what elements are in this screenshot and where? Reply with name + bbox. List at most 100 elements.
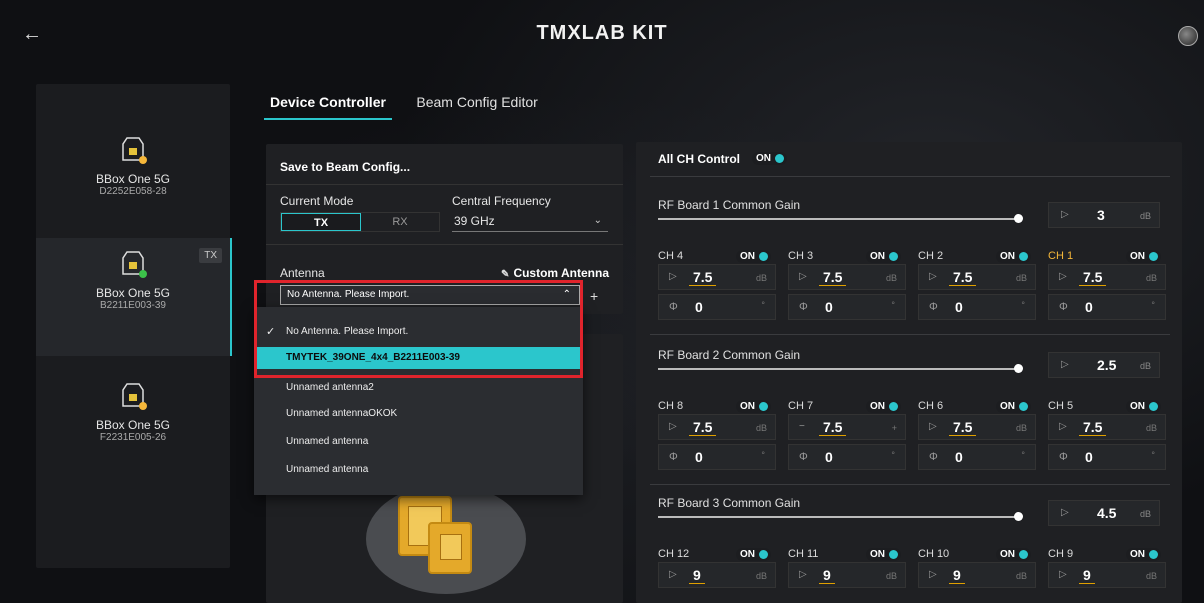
channel-toggle[interactable]: ON (866, 548, 901, 561)
gain-icon: ▷ (1059, 271, 1067, 282)
channel-gain-input[interactable]: ▷ 9 dB (658, 562, 776, 588)
channel-gain-value: 7.5 (949, 269, 977, 286)
rf-board-2-gain-slider[interactable] (658, 368, 1018, 370)
slider-handle[interactable] (1014, 512, 1023, 521)
channel-gain-unit: dB (1015, 273, 1027, 283)
phase-unit: ° (1151, 450, 1155, 460)
rf-board-3-gain-slider[interactable] (658, 516, 1018, 518)
device-name: BBox One 5G (95, 172, 171, 186)
antenna-option-tmytek-39one[interactable]: TMYTEK_39ONE_4x4_B2211E003-39 (254, 347, 583, 369)
channel-gain-input[interactable]: ▷ 7.5 dB (788, 264, 906, 290)
phase-icon: Φ (1059, 451, 1068, 463)
slider-handle[interactable] (1014, 214, 1023, 223)
mode-tx-button[interactable]: TX (281, 213, 361, 231)
channel-toggle[interactable]: ON (1126, 250, 1161, 263)
channel-gain-input[interactable]: ▷ 7.5 dB (1048, 264, 1166, 290)
channel-toggle[interactable]: ON (736, 250, 771, 263)
rf-board-3-title: RF Board 3 Common Gain (658, 496, 801, 510)
bbox-device-icon (122, 383, 147, 410)
channel-gain-value: 7.5 (819, 419, 847, 436)
channel-gain-value: 7.5 (949, 419, 977, 436)
phase-icon: Φ (669, 301, 678, 313)
avatar-icon[interactable] (1178, 26, 1198, 46)
bbox-device-icon (122, 251, 147, 278)
channel-label: CH 5 (1048, 400, 1074, 412)
channel-phase-value: 0 (955, 299, 963, 315)
gain-icon: ▷ (1061, 507, 1069, 518)
antenna-option-no-antenna[interactable]: No Antenna. Please Import. (254, 321, 583, 343)
channel-phase-input[interactable]: Φ 0 ° (1048, 294, 1166, 320)
antenna-option-unnamed-antenna[interactable]: Unnamed antenna (254, 431, 583, 453)
gain-icon: ▷ (669, 569, 677, 580)
app-title: TMXLAB KIT (0, 22, 1204, 45)
slider-handle[interactable] (1014, 364, 1023, 373)
phase-icon: Φ (799, 301, 808, 313)
channel-gain-input[interactable]: ▷ 9 dB (1048, 562, 1166, 588)
rf-board-2-gain-input[interactable]: ▷ 2.5 dB (1048, 352, 1160, 378)
channel-gain-input[interactable]: ▷ 7.5 dB (658, 264, 776, 290)
channel-phase-input[interactable]: Φ 0 ° (1048, 444, 1166, 470)
channel-toggle[interactable]: ON (1126, 400, 1161, 413)
all-ch-toggle[interactable]: ON (752, 152, 787, 165)
channel-phase-input[interactable]: Φ 0 ° (658, 294, 776, 320)
channel-gain-input[interactable]: ▷ 9 dB (788, 562, 906, 588)
channel-gain-input[interactable]: − 7.5 + (788, 414, 906, 440)
antenna-select[interactable]: No Antenna. Please Import. ⌃ (280, 285, 580, 305)
device-item-b2211e003-39[interactable]: TX BBox One 5G B2211E003-39 (36, 238, 232, 356)
channel-toggle[interactable]: ON (1126, 548, 1161, 561)
channel-gain-input[interactable]: ▷ 7.5 dB (918, 264, 1036, 290)
channel-cell: CH 11 ON ▷ 9 dB (788, 548, 906, 603)
chevron-down-icon: ⌄ (593, 215, 602, 226)
custom-antenna-button[interactable]: ✎ Custom Antenna (501, 266, 609, 280)
channel-gain-input[interactable]: ▷ 7.5 dB (1048, 414, 1166, 440)
rf-board-1-gain-slider[interactable] (658, 218, 1018, 220)
rf-board-1-gain-input[interactable]: ▷ 3 dB (1048, 202, 1160, 228)
channel-gain-unit: dB (755, 571, 767, 581)
channel-toggle[interactable]: ON (996, 548, 1031, 561)
gain-unit: dB (1139, 361, 1151, 371)
channel-gain-input[interactable]: ▷ 7.5 dB (918, 414, 1036, 440)
channel-label: CH 8 (658, 400, 684, 412)
add-antenna-button[interactable]: + (590, 288, 598, 304)
current-mode-label: Current Mode (280, 194, 354, 208)
device-sidebar: BBox One 5G D2252E058-28 TX BBox One 5G … (36, 84, 232, 568)
top-bar: ← TMXLAB KIT (0, 0, 1204, 72)
antenna-option-unnamed-antenna[interactable]: Unnamed antenna (254, 459, 583, 481)
channel-gain-input[interactable]: ▷ 7.5 dB (658, 414, 776, 440)
channel-control-panel: All CH Control ON RF Board 1 Common Gain… (636, 142, 1182, 603)
device-item-d2252e058-28[interactable]: BBox One 5G D2252E058-28 (36, 124, 230, 242)
channel-gain-value: 9 (819, 567, 835, 584)
device-serial: B2211E003-39 (100, 300, 166, 311)
device-item-f2231e005-26[interactable]: BBox One 5G F2231E005-26 (36, 370, 230, 488)
central-frequency-select[interactable]: 39 GHz ⌄ (452, 212, 608, 232)
phase-icon: Φ (929, 301, 938, 313)
channel-phase-input[interactable]: Φ 0 ° (918, 294, 1036, 320)
channel-toggle[interactable]: ON (866, 250, 901, 263)
channel-phase-input[interactable]: Φ 0 ° (788, 444, 906, 470)
status-dot (139, 156, 147, 164)
save-to-beam-config-button[interactable]: Save to Beam Config... (280, 160, 410, 174)
tab-beam-config-editor[interactable]: Beam Config Editor (410, 92, 543, 118)
rf-board-3-gain-input[interactable]: ▷ 4.5 dB (1048, 500, 1160, 526)
channel-toggle[interactable]: ON (736, 400, 771, 413)
rf-board-2-title: RF Board 2 Common Gain (658, 348, 801, 362)
channel-label: CH 11 (788, 548, 819, 560)
channel-gain-unit: + (891, 423, 897, 433)
tab-device-controller[interactable]: Device Controller (264, 92, 392, 120)
phase-icon: Φ (669, 451, 678, 463)
channel-cell: CH 7 ON − 7.5 + Φ 0 ° (788, 400, 906, 480)
device-serial: D2252E058-28 (99, 186, 167, 197)
channel-toggle[interactable]: ON (996, 400, 1031, 413)
channel-gain-unit: dB (1145, 571, 1157, 581)
channel-phase-input[interactable]: Φ 0 ° (658, 444, 776, 470)
channel-toggle[interactable]: ON (866, 400, 901, 413)
channel-gain-input[interactable]: ▷ 9 dB (918, 562, 1036, 588)
channel-toggle[interactable]: ON (736, 548, 771, 561)
channel-cell: CH 2 ON ▷ 7.5 dB Φ 0 ° (918, 250, 1036, 330)
antenna-option-unnamed-antennaokok[interactable]: Unnamed antennaOKOK (254, 403, 583, 425)
channel-phase-input[interactable]: Φ 0 ° (918, 444, 1036, 470)
antenna-option-unnamed-antenna2[interactable]: Unnamed antenna2 (254, 377, 583, 399)
mode-rx-button[interactable]: RX (361, 213, 439, 231)
channel-toggle[interactable]: ON (996, 250, 1031, 263)
channel-phase-input[interactable]: Φ 0 ° (788, 294, 906, 320)
